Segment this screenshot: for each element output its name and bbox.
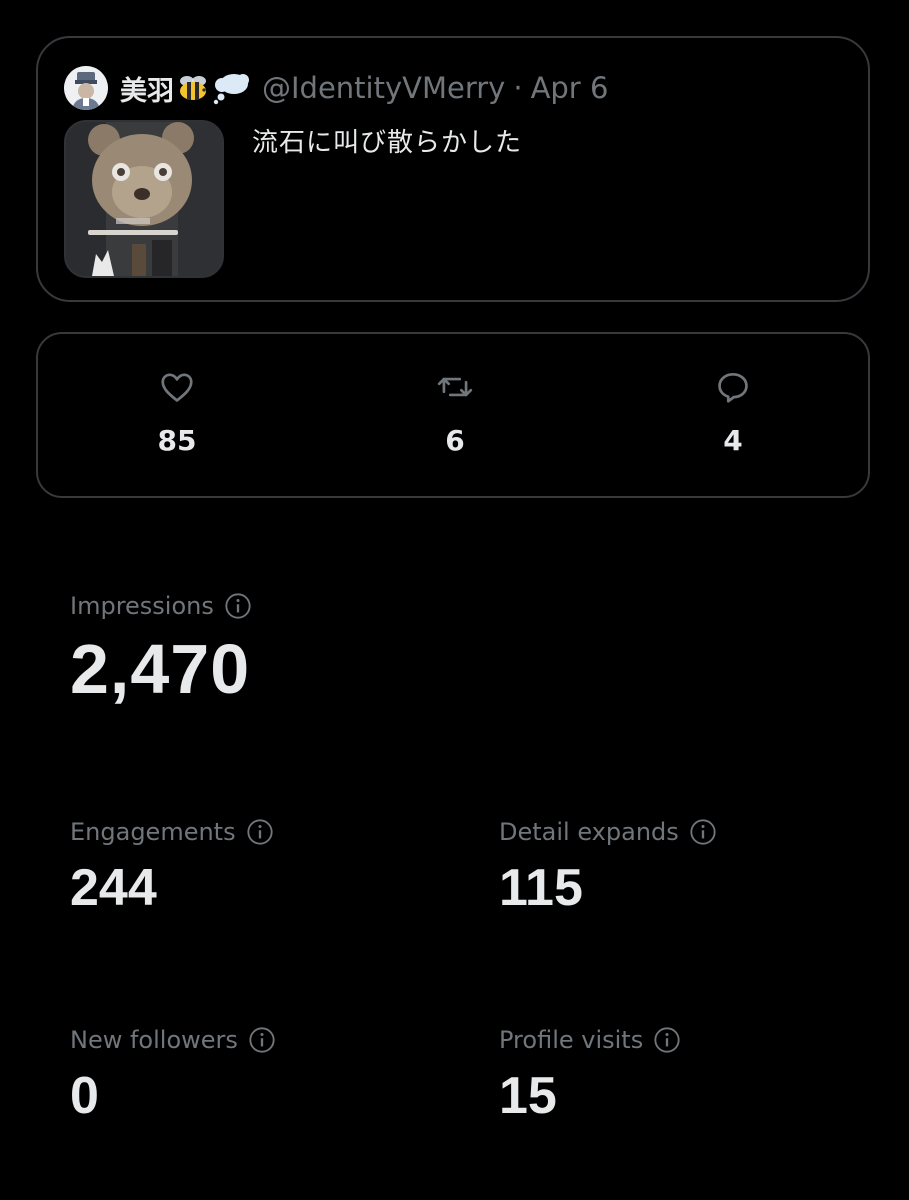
- info-icon[interactable]: [689, 818, 717, 846]
- new-followers-value: 0: [70, 1067, 99, 1125]
- engagements-label: Engagements: [70, 818, 236, 846]
- profile-visits-value: 15: [499, 1067, 557, 1125]
- reply-icon[interactable]: [714, 368, 752, 406]
- retweet-count: 6: [445, 424, 465, 457]
- reply-count: 4: [723, 424, 743, 457]
- profile-visits-label: Profile visits: [499, 1026, 644, 1054]
- impressions-value: 2,470: [70, 630, 251, 708]
- thought-bubble-icon: [212, 71, 250, 105]
- heart-icon[interactable]: [158, 368, 196, 406]
- retweet-stat[interactable]: 6: [395, 368, 515, 457]
- tweet-header: 美羽 @IdentityVMerry · Apr 6: [64, 66, 608, 110]
- detail-expands-stat: Detail expands 115: [499, 818, 717, 914]
- detail-expands-value: 115: [499, 859, 583, 917]
- engagement-card: 85 6 4: [36, 332, 870, 498]
- info-icon[interactable]: [224, 592, 252, 620]
- profile-visits-stat: Profile visits 15: [499, 1026, 681, 1122]
- engagements-value: 244: [70, 859, 157, 917]
- impressions-label: Impressions: [70, 592, 214, 620]
- engagements-stat: Engagements 244: [70, 818, 274, 914]
- retweet-icon[interactable]: [435, 368, 475, 406]
- new-followers-stat: New followers 0: [70, 1026, 276, 1122]
- info-icon[interactable]: [246, 818, 274, 846]
- avatar[interactable]: [64, 66, 108, 110]
- like-count: 85: [157, 424, 197, 457]
- media-thumbnail[interactable]: [64, 120, 224, 278]
- tweet-date[interactable]: Apr 6: [531, 71, 609, 105]
- handle[interactable]: @IdentityVMerry: [262, 71, 505, 105]
- info-icon[interactable]: [653, 1026, 681, 1054]
- info-icon[interactable]: [248, 1026, 276, 1054]
- tweet-card[interactable]: 美羽 @IdentityVMerry · Apr 6 流石に叫び散らかした: [36, 36, 870, 302]
- reply-stat[interactable]: 4: [673, 368, 793, 457]
- tweet-text: 流石に叫び散らかした: [252, 128, 523, 158]
- separator: ·: [513, 71, 523, 105]
- bee-icon: [176, 71, 210, 105]
- display-name[interactable]: 美羽: [120, 69, 174, 108]
- impressions-stat: Impressions 2,470: [70, 592, 252, 704]
- like-stat[interactable]: 85: [117, 368, 237, 457]
- new-followers-label: New followers: [70, 1026, 238, 1054]
- detail-expands-label: Detail expands: [499, 818, 679, 846]
